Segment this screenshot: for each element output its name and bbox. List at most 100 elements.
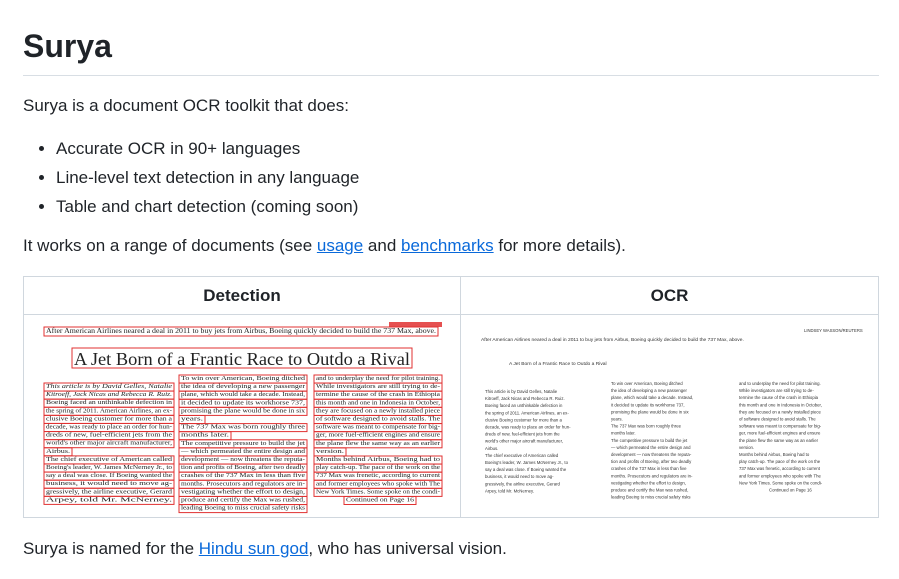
page-title: Surya: [23, 28, 112, 64]
ocr-line: — which permeated the entire design and: [611, 445, 691, 450]
ocr-line: Boeing's leader, W. James McNerney Jr., …: [485, 460, 569, 465]
ocr-line: and to underplay the need for pilot trai…: [739, 381, 821, 386]
detected-line: software was meant to compensate for big…: [316, 424, 440, 431]
feature-item: Table and chart detection (coming soon): [56, 192, 359, 221]
detected-line: this month and one in Indonesia in Octob…: [316, 399, 440, 406]
detected-line: Airbus.: [46, 448, 71, 455]
closing-text-after: , who has universal vision.: [308, 539, 507, 558]
detected-line: the spring of 2011. American Airlines, a…: [46, 407, 172, 414]
ocr-line: Boeing faced an unthinkable defection in: [485, 403, 563, 408]
ocr-line: Arpey, told Mr. McNerney.: [485, 488, 534, 493]
ocr-line: months. Prosecutors and regulators are i…: [611, 473, 693, 478]
ocr-line: promising the plane would be done in six: [611, 409, 689, 414]
detected-line: it decided to update its workhorse 737,: [181, 399, 305, 406]
ocr-line: software was meant to compensate for big…: [739, 424, 822, 429]
detected-line: years.: [181, 416, 204, 423]
ocr-header: OCR: [461, 277, 878, 315]
feature-list: Accurate OCR in 90+ languages Line-level…: [23, 134, 359, 221]
range-text-middle: and: [363, 236, 402, 255]
ocr-headline: A Jet Born of a Frantic Race to Outdo a …: [509, 361, 607, 367]
detected-line: the idea of developing a new passenger: [181, 383, 306, 390]
detected-caption: After American Airlines neared a deal in…: [46, 326, 436, 335]
detected-line: and to underplay the need for pilot trai…: [316, 375, 440, 382]
detected-line: This article is by David Gelles, Natalie: [46, 383, 172, 390]
ocr-line: version.: [739, 445, 754, 450]
detected-line: months later.: [181, 432, 230, 439]
ocr-line: months later.: [611, 431, 636, 436]
ocr-line: business, it would need to move ag-: [485, 474, 554, 479]
ocr-line: Kitroeff, Jack Nicas and Rebecca R. Ruiz…: [485, 396, 565, 401]
ocr-line: leading Boeing to miss crucial safety ri…: [611, 495, 691, 500]
ocr-line: vestigating whether the effort to design…: [611, 480, 686, 485]
ocr-line: plane, which would take a decade. Instea…: [611, 395, 693, 400]
ocr-line: While investigators are still trying to …: [739, 388, 814, 393]
usage-link[interactable]: usage: [317, 236, 363, 255]
ocr-image: LINDSEY WASSON/REUTERS After American Air…: [461, 315, 878, 517]
hindu-sun-god-link[interactable]: Hindu sun god: [199, 539, 309, 558]
closing-paragraph: Surya is named for the Hindu sun god, wh…: [23, 537, 507, 561]
detection-header: Detection: [24, 277, 461, 315]
ocr-line: the spring of 2011. American Airlines, a…: [485, 410, 569, 415]
benchmarks-link[interactable]: benchmarks: [401, 236, 494, 255]
ocr-line: New York Times. Some spoke on the condi-: [739, 480, 823, 485]
detected-line: decade, was ready to place an order for …: [46, 424, 172, 431]
detected-line: Continued on Page 16: [346, 497, 414, 504]
detected-line: produce and certify the Max was rushed,: [181, 497, 305, 504]
closing-text-before: Surya is named for the: [23, 539, 199, 558]
ocr-line: produce and certify the Max was rushed,: [611, 488, 688, 493]
detected-line: — which permeated the entire design and: [180, 448, 306, 455]
detected-line: play catch-up. The pace of the work on t…: [316, 464, 440, 471]
ocr-line: they are focused on a newly installed pi…: [739, 409, 822, 414]
readme-page: Surya Surya is a document OCR toolkit th…: [0, 0, 899, 579]
detected-line: Arpey, told Mr. McNerney.: [46, 496, 173, 503]
ocr-line: the idea of developing a new passenger: [611, 388, 688, 393]
detected-line: termine the cause of the crash in Ethiop…: [316, 391, 440, 398]
detected-line: ger, more fuel-efficient engines and ens…: [316, 432, 440, 439]
detected-line: Boeing faced an unthinkable defection in: [46, 399, 173, 406]
detected-line: and former employees who spoke with The: [316, 480, 440, 487]
detected-line: say a deal was close. If Boeing wanted t…: [46, 472, 172, 479]
intro-paragraph: Surya is a document OCR toolkit that doe…: [23, 96, 349, 115]
detected-line: business, it would need to move ag-: [46, 480, 172, 487]
ocr-line: termine the cause of the crash in Ethiop…: [739, 395, 819, 400]
ocr-figure: LINDSEY WASSON/REUTERS After American Air…: [481, 328, 863, 500]
ocr-line: gressively, the airline executive, Gerar…: [485, 481, 561, 486]
ocr-line: crashes of the 737 Max in less than five: [611, 466, 687, 471]
ocr-line: it decided to update its workhorse 737,: [611, 402, 685, 407]
detection-figure: After American Airlines neared a deal in…: [43, 322, 443, 514]
ocr-line: and former employees who spoke with The: [739, 473, 821, 478]
ocr-line: The 737 Max was born roughly three: [611, 424, 682, 429]
ocr-caption: After American Airlines neared a deal in…: [481, 337, 744, 343]
detected-line: world's other major aircraft manufacture…: [46, 440, 172, 447]
detection-image: After American Airlines neared a deal in…: [24, 315, 461, 517]
detected-line: While investigators are still trying to …: [316, 383, 440, 390]
ocr-line: Continued on Page 16: [769, 488, 812, 493]
ocr-line: decade, was ready to place an order for …: [485, 425, 571, 430]
detected-line: plane, which would take a decade. Instea…: [181, 391, 305, 398]
ocr-line: the plane flew the same way as an earlie…: [739, 438, 819, 443]
ocr-credit: LINDSEY WASSON/REUTERS: [804, 328, 863, 333]
detected-line: The chief executive of American called: [46, 456, 173, 463]
ocr-line: of software designed to avoid stalls. Th…: [739, 417, 816, 422]
detected-line: gressively, the airline executive, Gerar…: [46, 488, 173, 495]
ocr-line: say a deal was close. If Boeing wanted t…: [485, 467, 567, 472]
detected-line: To win over American, Boeing ditched: [181, 375, 306, 382]
ocr-line: Airbus.: [485, 446, 498, 451]
ocr-line: dreds of new, fuel-efficient jets from t…: [485, 432, 560, 437]
detected-line: version.: [316, 448, 345, 455]
detected-line: of software designed to avoid stalls. Th…: [316, 416, 440, 423]
ocr-line: ger, more fuel-efficient engines and ens…: [739, 431, 821, 436]
detected-line: Months behind Airbus, Boeing had to: [316, 456, 440, 463]
feature-item: Line-level text detection in any languag…: [56, 163, 359, 192]
ocr-line: play catch-up. The pace of the work on t…: [739, 459, 821, 464]
detected-line: development — now threatens the reputa-: [181, 456, 305, 463]
detected-headline: A Jet Born of a Frantic Race to Outdo a …: [74, 349, 410, 369]
ocr-line: this month and one in Indonesia in Octob…: [739, 402, 822, 407]
detected-line: the plane flew the same way as an earlie…: [316, 440, 441, 447]
ocr-line: This article is by David Gelles, Natalie: [485, 389, 558, 394]
detected-line: The competitive pressure to build the je…: [181, 440, 305, 447]
detected-line: leading Boeing to miss crucial safety ri…: [181, 505, 306, 512]
detected-line: they are focused on a newly installed pi…: [316, 407, 440, 414]
detected-line: The 737 Max was born roughly three: [181, 424, 305, 431]
comparison-table: Detection OCR After American Airlines ne…: [23, 276, 879, 518]
